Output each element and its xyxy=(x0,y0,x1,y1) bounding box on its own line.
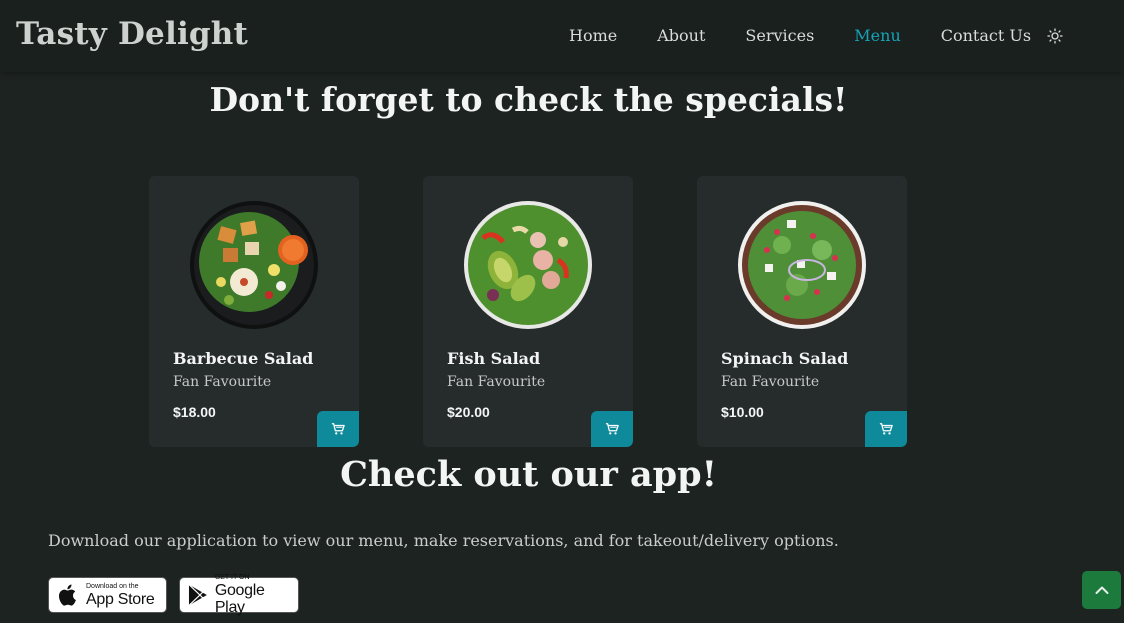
special-card: Spinach Salad Fan Favourite $10.00 xyxy=(697,176,907,447)
cart-icon xyxy=(879,423,893,435)
add-to-cart-button[interactable] xyxy=(865,411,907,447)
special-card: Barbecue Salad Fan Favourite $18.00 xyxy=(149,176,359,447)
special-card: Fish Salad Fan Favourite $20.00 xyxy=(423,176,633,447)
add-to-cart-button[interactable] xyxy=(591,411,633,447)
card-price: $20.00 xyxy=(447,404,490,420)
app-store-button[interactable]: Download on the App Store xyxy=(48,577,167,613)
app-description: Download our application to view our men… xyxy=(48,531,839,550)
brand-logo[interactable]: Tasty Delight xyxy=(16,16,248,52)
card-price: $10.00 xyxy=(721,404,764,420)
cart-icon xyxy=(605,423,619,435)
spinach-salad-image xyxy=(738,201,866,329)
app-store-small-text: Download on the xyxy=(86,582,139,590)
google-play-button[interactable]: GET IT ON Google Play xyxy=(179,574,299,616)
nav-about[interactable]: About xyxy=(657,26,705,45)
card-name: Spinach Salad xyxy=(721,349,849,368)
nav-contact-us[interactable]: Contact Us xyxy=(941,26,1031,45)
specials-heading: Don't forget to check the specials! xyxy=(209,80,848,119)
card-price: $18.00 xyxy=(173,404,216,420)
fish-salad-image xyxy=(464,201,592,329)
card-tag: Fan Favourite xyxy=(173,374,272,390)
nav-menu[interactable]: Menu xyxy=(854,26,900,45)
google-play-small-text: GET IT ON xyxy=(214,574,250,581)
app-heading: Check out our app! xyxy=(340,454,717,495)
add-to-cart-button[interactable] xyxy=(317,411,359,447)
navbar: Tasty Delight Home About Services Menu C… xyxy=(0,0,1124,72)
main-nav: Home About Services Menu Contact Us xyxy=(569,26,1063,45)
apple-icon xyxy=(58,584,76,606)
chevron-up-icon xyxy=(1095,586,1108,594)
card-name: Barbecue Salad xyxy=(173,349,314,368)
google-play-icon xyxy=(188,584,207,606)
app-store-big-text: App Store xyxy=(86,590,155,608)
card-tag: Fan Favourite xyxy=(721,374,820,390)
sun-icon[interactable] xyxy=(1047,27,1063,44)
scroll-to-top-button[interactable] xyxy=(1082,571,1121,609)
card-name: Fish Salad xyxy=(447,349,541,368)
card-tag: Fan Favourite xyxy=(447,374,546,390)
nav-home[interactable]: Home xyxy=(569,26,617,45)
google-play-big-text: Google Play xyxy=(214,582,265,616)
nav-services[interactable]: Services xyxy=(745,26,814,45)
barbecue-salad-image xyxy=(190,201,318,329)
cart-icon xyxy=(331,423,345,435)
